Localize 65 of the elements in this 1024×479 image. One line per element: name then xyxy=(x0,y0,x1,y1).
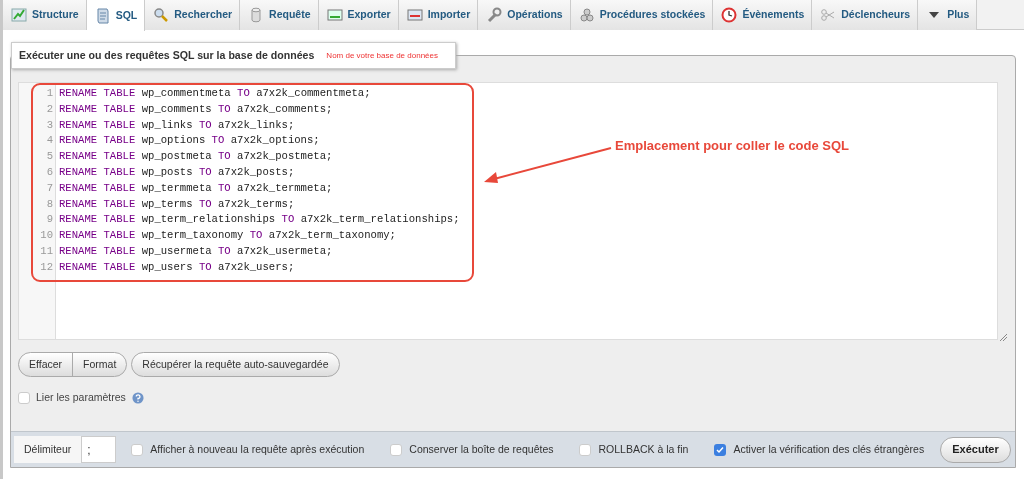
checkbox[interactable] xyxy=(390,443,403,456)
clear-button[interactable]: Effacer xyxy=(19,353,74,376)
line-number: 11 xyxy=(39,243,54,259)
line-number: 4 xyxy=(45,133,54,149)
line-number: 8 xyxy=(45,196,54,212)
scissors-icon xyxy=(820,7,837,23)
code-line: RENAME TABLE wp_links TO a7x2k_links; xyxy=(59,117,295,133)
line-number: 12 xyxy=(39,259,54,275)
tab[interactable]: Déclencheurs xyxy=(812,0,919,30)
clock-icon xyxy=(721,7,738,23)
execute-button[interactable]: Exécuter xyxy=(940,436,1011,463)
line-number: 1 xyxy=(45,86,54,101)
tab[interactable]: Exporter xyxy=(318,0,399,30)
delimiter-field[interactable]: ; xyxy=(81,436,117,463)
annotation-text: Emplacement pour coller le code SQL xyxy=(615,137,850,155)
format-button[interactable]: Format xyxy=(73,353,127,376)
checkbox[interactable] xyxy=(579,443,592,456)
tab[interactable]: Rechercher xyxy=(145,0,241,30)
tab[interactable]: Procédures stockées xyxy=(570,0,714,30)
chart-icon xyxy=(11,7,27,23)
delimiter-label: Délimiteur xyxy=(14,436,82,463)
option-label: Activer la vérification des clés étrangères xyxy=(733,441,925,457)
line-number: 7 xyxy=(45,180,54,196)
gears-icon xyxy=(578,7,595,23)
code-line: RENAME TABLE wp_commentmeta TO a7x2k_commentmeta; xyxy=(59,86,371,101)
tab[interactable]: Importer xyxy=(398,0,479,30)
code-line: RENAME TABLE wp_postmeta TO a7x2k_postmeta; xyxy=(59,149,333,165)
option-label: Conserver la boîte de requêtes xyxy=(409,441,554,457)
line-number: 10 xyxy=(39,228,54,244)
checkbox[interactable] xyxy=(131,443,144,456)
code-line: RENAME TABLE wp_term_relationships TO a7x2k_term_relationships; xyxy=(59,212,460,228)
database-name-hint: Nom de votre base de données xyxy=(326,49,438,62)
wrench-icon xyxy=(486,7,503,23)
option-label: Afficher à nouveau la requête après exécution xyxy=(150,441,365,457)
tab[interactable]: Plus xyxy=(918,0,978,30)
code-line: RENAME TABLE wp_posts TO a7x2k_posts; xyxy=(59,165,295,180)
code-line: RENAME TABLE wp_term_taxonomy TO a7x2k_term_taxonomy; xyxy=(59,228,396,244)
line-number: 3 xyxy=(45,117,54,133)
code-line: RENAME TABLE wp_options TO a7x2k_options; xyxy=(59,133,320,149)
code-line: RENAME TABLE wp_terms TO a7x2k_terms; xyxy=(59,196,295,212)
option-label: ROLLBACK à la fin xyxy=(598,441,689,457)
resize-grip-icon xyxy=(1000,334,1007,341)
monitor-icon xyxy=(406,7,423,23)
tab[interactable]: SQL xyxy=(86,0,146,31)
line-number: 6 xyxy=(45,165,54,180)
monitor-icon xyxy=(326,7,343,23)
tab[interactable]: Évènements xyxy=(713,0,813,30)
line-number: 9 xyxy=(45,212,54,228)
tab[interactable]: Structure xyxy=(3,0,87,30)
tab[interactable]: Requête xyxy=(240,0,319,30)
search-icon xyxy=(153,7,170,23)
restore-query-button[interactable]: Récupérer la requête auto-sauvegardée xyxy=(131,352,340,377)
code-line: RENAME TABLE wp_usermeta TO a7x2k_usermeta; xyxy=(59,243,333,259)
checkbox[interactable] xyxy=(714,443,727,456)
line-number: 2 xyxy=(45,101,54,117)
checkbox[interactable] xyxy=(18,392,30,404)
code-line: RENAME TABLE wp_termmeta TO a7x2k_termmeta; xyxy=(59,180,333,196)
tab[interactable]: Opérations xyxy=(478,0,571,30)
bind-parameters-label: Lier les paramètres xyxy=(36,390,126,406)
code-line: RENAME TABLE wp_comments TO a7x2k_comments; xyxy=(59,101,333,117)
document-icon xyxy=(94,7,111,24)
help-icon[interactable] xyxy=(131,392,144,404)
code-line: RENAME TABLE wp_users TO a7x2k_users; xyxy=(59,259,295,275)
line-number: 5 xyxy=(45,149,54,165)
legend-title: Exécuter une ou des requêtes SQL sur la base de données xyxy=(19,47,315,63)
